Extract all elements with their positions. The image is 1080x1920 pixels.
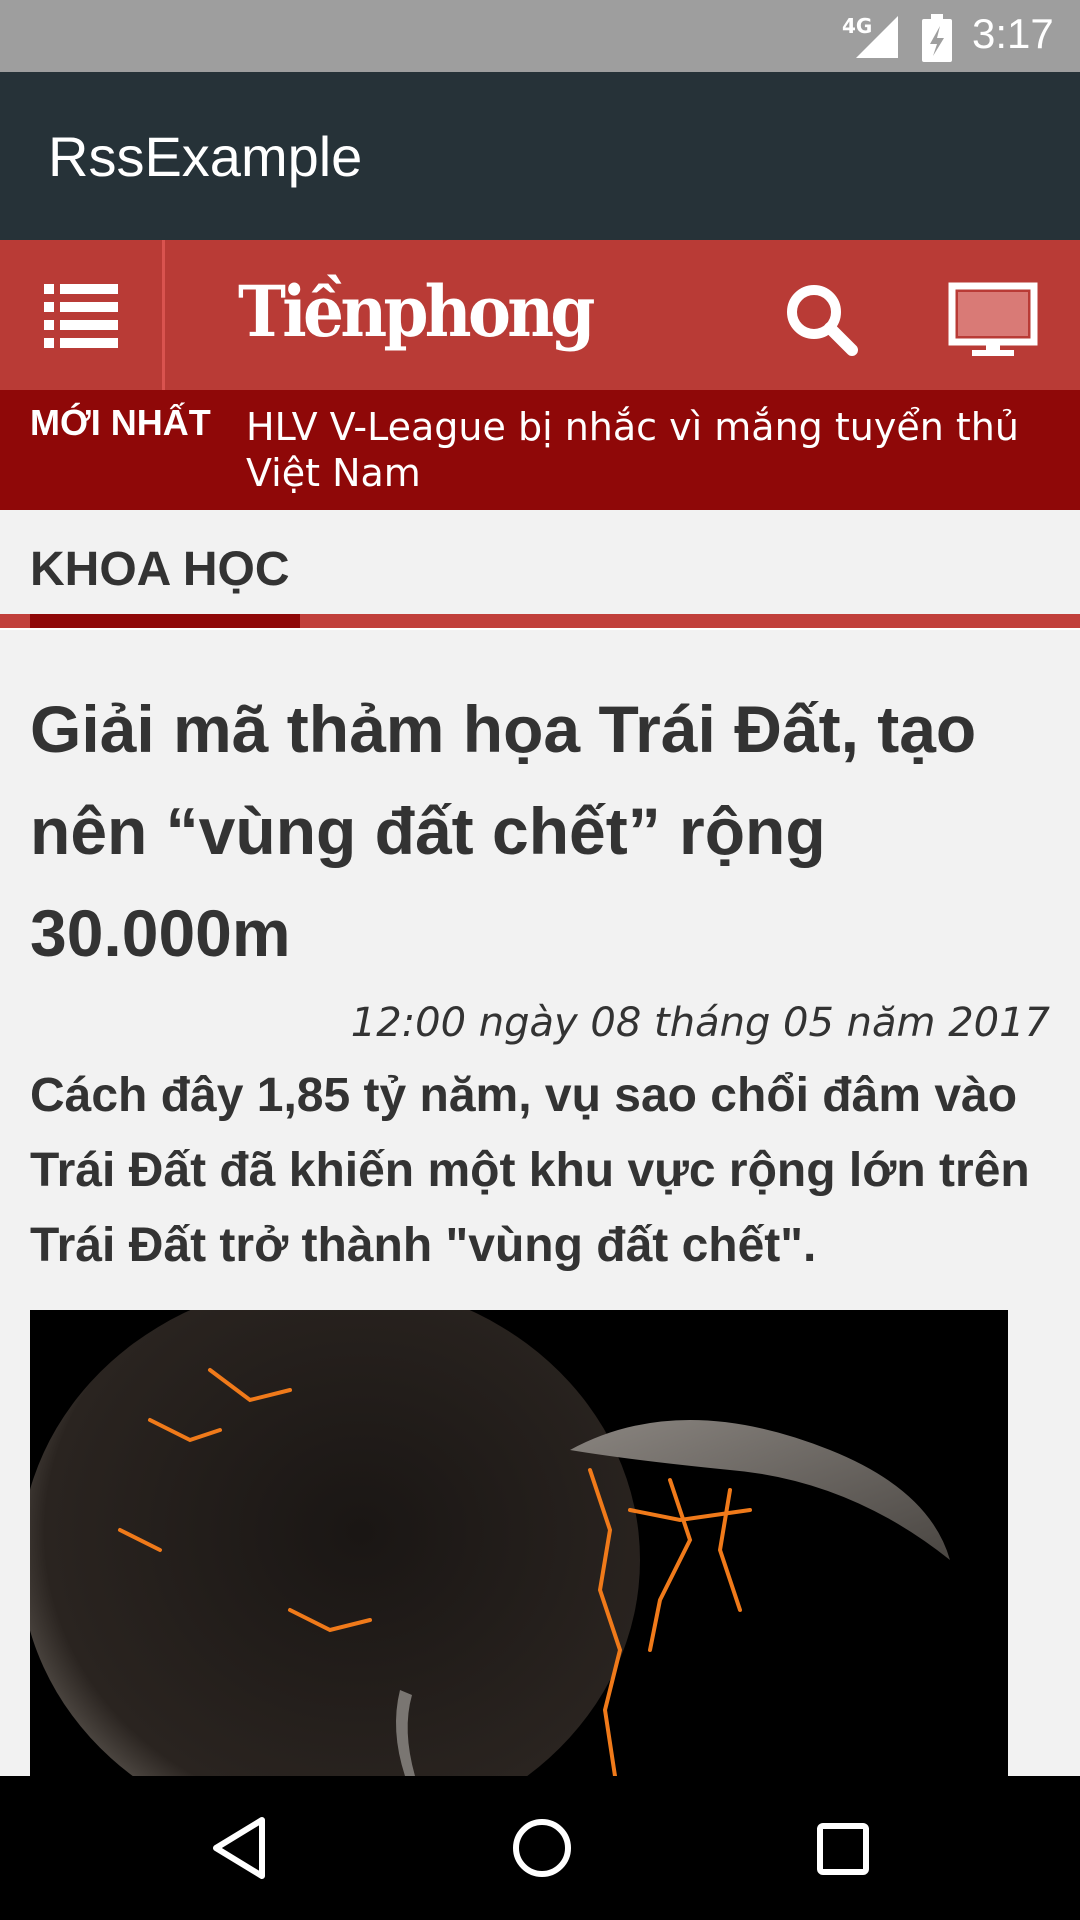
latest-news-ticker: MỚI NHẤT HLV V-League bị nhắc vì mắng tu…: [0, 390, 1080, 510]
section-title: KHOA HỌC: [30, 543, 290, 596]
recent-apps-icon[interactable]: [816, 1822, 870, 1876]
article-title: Giải mã thảm họa Trái Đất, tạo nên “vùng…: [30, 692, 977, 970]
battery-icon: [922, 14, 952, 62]
signal-icon: [856, 16, 898, 58]
menu-button[interactable]: [0, 240, 162, 390]
section-divider-highlight: [0, 628, 1080, 630]
home-icon[interactable]: [510, 1816, 574, 1880]
latest-headline[interactable]: HLV V-League bị nhắc vì mắng tuyển thủ V…: [246, 404, 1046, 496]
status-bar: 4G 3:17: [0, 0, 1080, 72]
article-date: 12:00 ngày 08 tháng 05 năm 2017: [350, 1000, 1050, 1046]
site-header: Tiềnphong: [0, 240, 1080, 390]
site-logo[interactable]: Tiềnphong: [238, 270, 595, 353]
app-title: RssExample: [48, 125, 363, 188]
article-image[interactable]: [30, 1310, 1008, 1776]
comet-impact-illustration: [30, 1310, 1008, 1776]
latest-label: MỚI NHẤT: [30, 402, 211, 443]
navigation-bar: [0, 1776, 1080, 1920]
app-bar: RssExample: [0, 72, 1080, 240]
clock: 3:17: [972, 10, 1054, 57]
menu-icon: [44, 284, 118, 348]
back-icon[interactable]: [210, 1816, 270, 1880]
article-lead: Cách đây 1,85 tỷ năm, vụ sao chổi đâm và…: [30, 1069, 1030, 1272]
section-divider-accent: [30, 614, 300, 628]
menu-divider: [162, 240, 165, 390]
tv-icon: [948, 282, 1038, 356]
tv-button[interactable]: [948, 282, 1038, 362]
search-button[interactable]: [782, 280, 862, 360]
search-icon: [787, 285, 858, 356]
